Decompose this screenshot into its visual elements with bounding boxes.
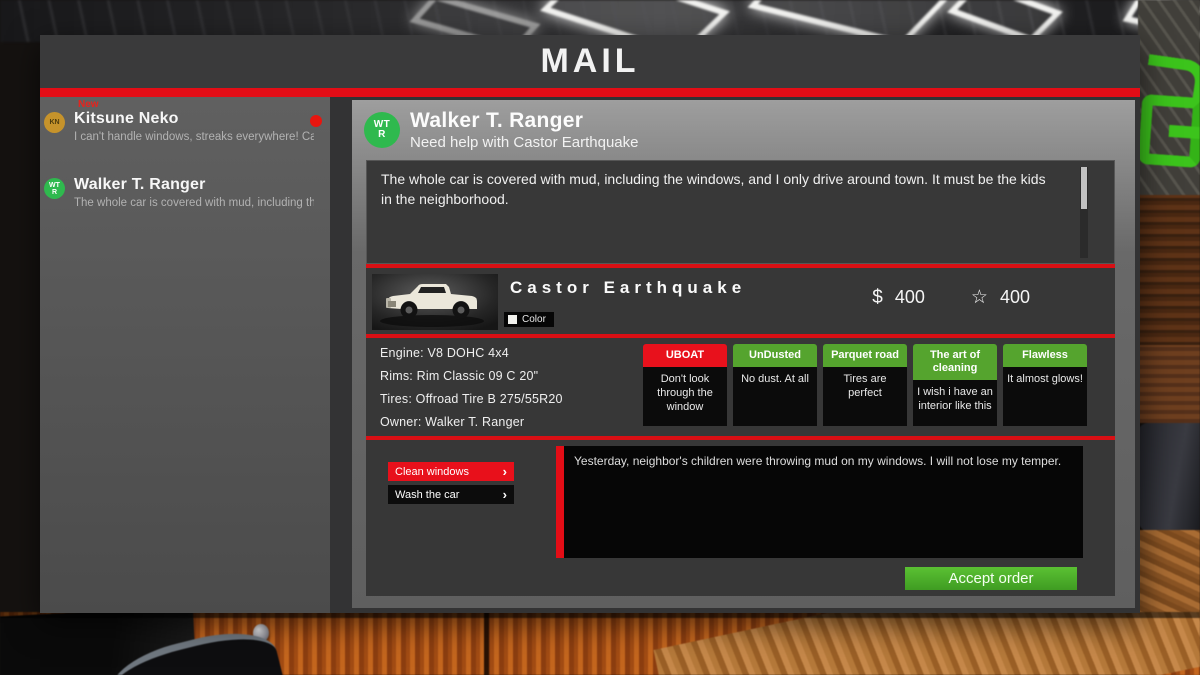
money-reward: $ 400 [872, 286, 925, 309]
car-specs: Engine: V8 DOHC 4x4 Rims: Rim Classic 09… [380, 346, 563, 438]
task-list: Clean windows › Wash the car › [388, 462, 514, 508]
perk-parquet-road: Parquet road Tires are perfect [823, 344, 907, 426]
new-badge: New [78, 99, 99, 110]
tasks-section: Clean windows › Wash the car › Yesterday… [366, 440, 1115, 562]
graffiti-logo [1138, 93, 1200, 169]
spec-tires: Tires: Offroad Tire B 275/55R20 [380, 392, 563, 406]
mail-list: New KN Kitsune Neko I can't handle windo… [40, 97, 330, 613]
title-bar: MAIL [40, 35, 1140, 88]
email-sender: Walker T. Ranger [410, 109, 584, 132]
star-icon: ☆ [970, 287, 988, 308]
perk-flawless: Flawless It almost glows! [1003, 344, 1087, 426]
avatar: KN [44, 112, 65, 133]
car-color-chip: Color [504, 312, 554, 327]
car-section: Castor Earthquake Color $ 400 ☆ 400 [366, 268, 1115, 334]
spec-owner: Owner: Walker T. Ranger [380, 415, 525, 429]
wood-cabinet [1138, 195, 1200, 345]
avatar: WT R [44, 178, 65, 199]
mail-list-item-kitsune-neko[interactable]: New KN Kitsune Neko I can't handle windo… [40, 97, 330, 149]
screen: MAIL New KN Kitsune Neko I can't handle … [0, 0, 1200, 675]
mail-list-item-walker-ranger[interactable]: WT R Walker T. Ranger The whole car is c… [40, 163, 330, 215]
email-panel: WT R Walker T. Ranger Need help with Cas… [352, 100, 1135, 608]
spec-engine: Engine: V8 DOHC 4x4 [380, 346, 509, 360]
perk-uboat: UBOAT Don't look through the window [643, 344, 727, 426]
window-content: New KN Kitsune Neko I can't handle windo… [40, 97, 1140, 613]
mail-window: MAIL New KN Kitsune Neko I can't handle … [40, 35, 1140, 613]
perk-undusted: UnDusted No dust. At all [733, 344, 817, 426]
email-content: The whole car is covered with mud, inclu… [366, 160, 1115, 596]
email-body-text: The whole car is covered with mud, inclu… [381, 171, 1046, 208]
avatar: WT R [364, 112, 400, 148]
car-name: Castor Earthquake [510, 278, 747, 297]
color-label: Color [522, 314, 546, 325]
unread-indicator [310, 115, 322, 127]
email-body: The whole car is covered with mud, inclu… [366, 160, 1115, 264]
customer-note: Yesterday, neighbor's children were thro… [556, 446, 1083, 558]
message-preview: The whole car is covered with mud, inclu… [74, 197, 314, 209]
header-divider [40, 88, 1140, 97]
accept-row: Accept order [366, 562, 1115, 596]
task-clean-windows[interactable]: Clean windows › [388, 462, 514, 481]
email-header: WT R Walker T. Ranger Need help with Cas… [352, 100, 1135, 160]
page-title: MAIL [540, 42, 640, 80]
message-preview: I can't handle windows, streaks everywhe… [74, 131, 314, 143]
sender-name: Walker T. Ranger [74, 176, 206, 193]
car-image [372, 274, 498, 330]
garage-wall-background [1138, 0, 1200, 675]
chevron-right-icon: › [502, 487, 507, 502]
color-swatch [508, 315, 517, 324]
experience-value: 400 [999, 287, 1030, 307]
perk-art-of-cleaning: The art of cleaning I wish i have an int… [913, 344, 997, 426]
desk-surface [653, 612, 1200, 675]
scrollbar[interactable] [1080, 167, 1088, 258]
scrollbar-thumb[interactable] [1081, 167, 1087, 209]
desk-device [1138, 423, 1200, 533]
email-subject: Need help with Castor Earthquake [410, 134, 639, 151]
sender-name: Kitsune Neko [74, 110, 179, 127]
spec-rims: Rims: Rim Classic 09 C 20" [380, 369, 539, 383]
desk-background [0, 612, 1200, 675]
accept-order-button[interactable]: Accept order [905, 567, 1077, 590]
task-wash-the-car[interactable]: Wash the car › [388, 485, 514, 504]
rewards: $ 400 ☆ 400 [872, 286, 1030, 309]
money-value: 400 [894, 287, 925, 307]
drawer-seam [484, 612, 489, 675]
experience-reward: ☆ 400 [971, 286, 1030, 309]
new-badge [78, 165, 320, 176]
wood-shelf [1138, 345, 1200, 423]
specs-section: Engine: V8 DOHC 4x4 Rims: Rim Classic 09… [366, 338, 1115, 436]
perk-badges: UBOAT Don't look through the window UnDu… [643, 344, 1087, 426]
chevron-right-icon: › [502, 464, 507, 479]
money-icon: $ [872, 286, 883, 308]
